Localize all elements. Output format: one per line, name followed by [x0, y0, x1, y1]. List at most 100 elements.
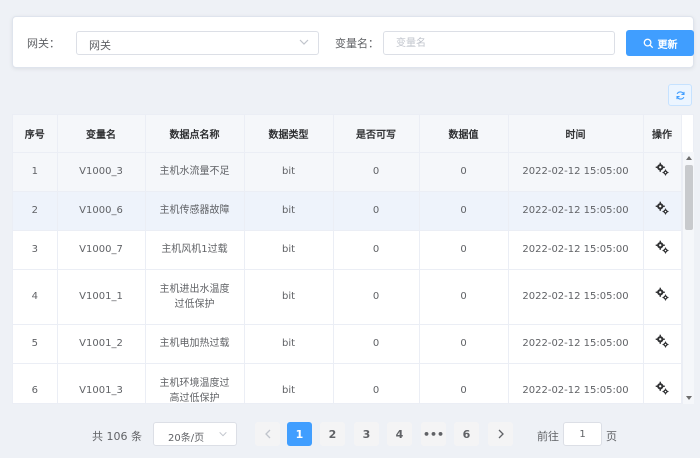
refresh-button[interactable]: 更新	[626, 30, 694, 56]
cell-index: 1	[13, 152, 58, 192]
scroll-up-arrow-icon[interactable]	[686, 156, 692, 160]
cell-value: 0	[419, 363, 509, 403]
cell-time: 2022-02-12 15:05:00	[508, 152, 644, 192]
reload-button[interactable]	[668, 84, 692, 106]
chevron-down-icon	[299, 39, 309, 45]
cell-data-type: bit	[244, 152, 334, 192]
cell-point-name: 主机电加热过载	[145, 324, 245, 364]
table-row[interactable]: 3 V1000_7 主机风机1过载 bit 0 0 2022-02-12 15:05:00	[13, 230, 682, 270]
cell-actions	[643, 324, 682, 364]
gateway-select[interactable]: 网关	[76, 31, 319, 55]
scrollbar-thumb[interactable]	[685, 165, 693, 230]
cell-var-name: V1000_7	[57, 230, 146, 270]
cell-actions	[643, 152, 682, 192]
cell-writable: 0	[333, 230, 420, 270]
point-name-line: 主机进出水温度	[159, 283, 230, 295]
col-header-data-type[interactable]: 数据类型	[244, 115, 334, 153]
page-button[interactable]: 3	[354, 422, 379, 446]
cell-data-type: bit	[244, 324, 334, 364]
col-header-actions[interactable]: 操作	[643, 115, 682, 153]
cell-index: 5	[13, 324, 58, 364]
cell-time: 2022-02-12 15:05:00	[508, 191, 644, 231]
cell-time: 2022-02-12 15:05:00	[508, 269, 644, 325]
table-row[interactable]: 5 V1001_2 主机电加热过载 bit 0 0 2022-02-12 15:05:00	[13, 324, 682, 364]
col-header-index[interactable]: 序号	[13, 115, 58, 153]
page-ellipsis-button[interactable]: •••	[421, 422, 446, 446]
filter-card: 网关： 网关 变量名： 更新	[12, 16, 694, 68]
page-size-value: 20条/页	[168, 433, 205, 444]
cell-actions	[643, 230, 682, 270]
cell-point-name: 主机水流量不足	[145, 152, 245, 192]
cell-writable: 0	[333, 191, 420, 231]
point-name-line: 高过低保护	[169, 392, 220, 404]
col-header-time[interactable]: 时间	[508, 115, 644, 153]
cell-data-type: bit	[244, 269, 334, 325]
table-row[interactable]: 4 V1001_1 主机进出水温度 过低保护 bit 0 0 2022-02-12 15:05…	[13, 269, 682, 325]
cell-index: 4	[13, 269, 58, 325]
cell-var-name: V1001_3	[57, 363, 146, 403]
cell-var-name: V1000_6	[57, 191, 146, 231]
refresh-button-label: 更新	[657, 39, 678, 51]
var-name-label: 变量名：	[335, 37, 379, 50]
point-name-line: 主机传感器故障	[159, 205, 230, 216]
cell-actions	[643, 363, 682, 403]
settings-gear-icon[interactable]	[655, 162, 669, 176]
cell-value: 0	[419, 230, 509, 270]
cell-data-type: bit	[244, 230, 334, 270]
settings-gear-icon[interactable]	[655, 381, 669, 395]
chevron-left-icon	[264, 429, 270, 439]
gateway-label: 网关：	[27, 37, 60, 50]
reload-icon	[675, 90, 685, 100]
next-page-button[interactable]	[488, 422, 513, 446]
cell-time: 2022-02-12 15:05:00	[508, 363, 644, 403]
page-button[interactable]: 4	[387, 422, 412, 446]
point-name-line: 主机风机1过载	[161, 244, 228, 255]
settings-gear-icon[interactable]	[655, 287, 669, 301]
cell-time: 2022-02-12 15:05:00	[508, 324, 644, 364]
cell-point-name: 主机环境温度过 高过低保护	[145, 363, 245, 404]
goto-suffix: 页	[606, 430, 617, 443]
goto-label: 前往	[537, 430, 559, 443]
cell-data-type: bit	[244, 191, 334, 231]
cell-data-type: bit	[244, 363, 334, 403]
goto-page-input[interactable]	[563, 422, 602, 446]
cell-index: 3	[13, 230, 58, 270]
cell-var-name: V1000_3	[57, 152, 146, 192]
cell-var-name: V1001_2	[57, 324, 146, 364]
settings-gear-icon[interactable]	[655, 240, 669, 254]
cell-writable: 0	[333, 363, 420, 403]
point-name-line: 过低保护	[174, 298, 215, 310]
table-row[interactable]: 2 V1000_6 主机传感器故障 bit 0 0 2022-02-12 15:05:00	[13, 191, 682, 231]
cell-index: 2	[13, 191, 58, 231]
table-row[interactable]: 1 V1000_3 主机水流量不足 bit 0 0 2022-02-12 15:05:00	[13, 152, 682, 192]
point-name-line: 主机水流量不足	[159, 166, 230, 177]
total-count: 共 106 条	[92, 430, 142, 443]
page-button[interactable]: 1	[287, 422, 312, 446]
chevron-right-icon	[498, 429, 504, 439]
var-name-input[interactable]	[383, 31, 615, 55]
table-row[interactable]: 6 V1001_3 主机环境温度过 高过低保护 bit 0 0 2022-02-12 15:0…	[13, 363, 682, 404]
page-button[interactable]: 6	[454, 422, 479, 446]
cell-actions	[643, 191, 682, 231]
cell-value: 0	[419, 152, 509, 192]
cell-point-name: 主机风机1过载	[145, 230, 245, 270]
prev-page-button[interactable]	[255, 422, 280, 446]
data-table: 序号 变量名 数据点名称 数据类型 是否可写 数据值 时间 操作 1 V1000_…	[12, 114, 694, 404]
search-icon	[643, 38, 653, 48]
col-header-var-name[interactable]: 变量名	[57, 115, 146, 153]
col-header-writable[interactable]: 是否可写	[333, 115, 420, 153]
settings-gear-icon[interactable]	[655, 201, 669, 215]
table-scrollbar[interactable]	[682, 152, 694, 404]
col-header-value[interactable]: 数据值	[419, 115, 509, 153]
scroll-down-arrow-icon[interactable]	[686, 396, 692, 400]
col-header-point-name[interactable]: 数据点名称	[145, 115, 245, 153]
gateway-select-value: 网关	[89, 39, 111, 52]
point-name-line: 主机环境温度过	[159, 377, 230, 389]
settings-gear-icon[interactable]	[655, 334, 669, 348]
page-size-select[interactable]: 20条/页	[153, 422, 237, 446]
page-button[interactable]: 2	[320, 422, 345, 446]
table-header-row: 序号 变量名 数据点名称 数据类型 是否可写 数据值 时间 操作	[13, 115, 682, 153]
pagination: 共 106 条 20条/页 1234 ••• 6 前往 页	[0, 420, 700, 450]
cell-value: 0	[419, 324, 509, 364]
cell-index: 6	[13, 363, 58, 403]
